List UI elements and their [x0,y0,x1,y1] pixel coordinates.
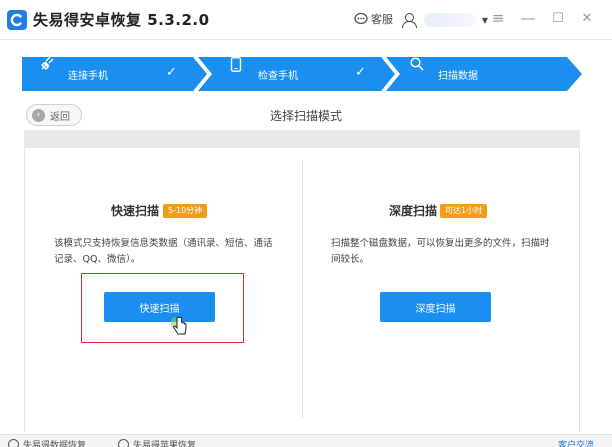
minimize-button[interactable]: — [518,9,538,27]
hand-cursor-icon [171,316,187,335]
deep-scan-title: 深度扫描 [389,204,438,218]
deep-scan-description-line2: 间较长。 [331,254,370,265]
header-strip [24,130,580,148]
bottom-link-label: 失易得数据恢复 [23,441,87,447]
maximize-button[interactable]: ☐ [548,11,568,26]
title-bar: 失易得安卓恢复 5.3.2.0 客服 ▼ ≡ — ☐ ✕ [0,0,612,40]
step-scan-data: 扫描数据 [410,57,478,91]
deep-scan-time-badge: 可达1小时 [440,204,488,218]
chat-bubble-icon [354,12,368,25]
bottom-link-label: 失易得苹果恢复 [133,441,197,447]
quick-scan-title: 快速扫描 [111,204,160,218]
progress-stepper: 连接手机 ✓ 检查手机 ✓ 扫描数据 [22,57,582,91]
customer-service-label: 客服 [371,13,393,26]
panel-divider [302,160,303,418]
step-connect-phone: 连接手机 [40,57,108,91]
quick-scan-time-badge: 5-10分钟 [163,204,208,218]
user-account-dropdown[interactable]: ▼ [396,0,488,40]
app-logo-icon [7,10,27,30]
user-name-blurred [423,13,476,27]
bottom-link-community[interactable]: 客户交流 [558,438,594,447]
bottom-link-data-recovery[interactable]: 失易得数据恢复 [8,438,86,447]
menu-button[interactable]: ≡ [488,9,508,27]
close-button[interactable]: ✕ [577,11,597,26]
quick-scan-description-line2: 记录、QQ、微信）。 [54,254,141,265]
customer-service-button[interactable]: 客服 [354,11,393,27]
bottom-bar: 失易得数据恢复 失易得苹果恢复 客户交流 [0,434,612,447]
plug-icon [40,57,58,83]
deep-scan-button[interactable]: 深度扫描 [380,292,491,322]
app-title: 失易得安卓恢复 5.3.2.0 [33,11,210,29]
user-icon [402,13,417,28]
step-label: 连接手机 [68,70,108,82]
phone-icon [230,57,248,83]
apple-recovery-icon [118,439,129,447]
quick-scan-description-line1: 该模式只支持恢复信息类数据（通讯录、短信、通话 [54,238,273,249]
step-label: 检查手机 [258,70,298,82]
deep-scan-description-line1: 扫描整个磁盘数据，可以恢复出更多的文件，扫描时 [331,238,550,249]
step-label: 扫描数据 [438,70,478,82]
highlight-box [81,273,244,343]
step-check-phone: 检查手机 [230,57,298,91]
check-icon: ✓ [355,65,366,80]
search-icon [410,57,428,83]
recovery-icon [8,439,19,447]
bottom-link-apple-recovery[interactable]: 失易得苹果恢复 [118,438,196,447]
page-title: 选择扫描模式 [269,109,342,123]
check-icon: ✓ [166,65,177,80]
